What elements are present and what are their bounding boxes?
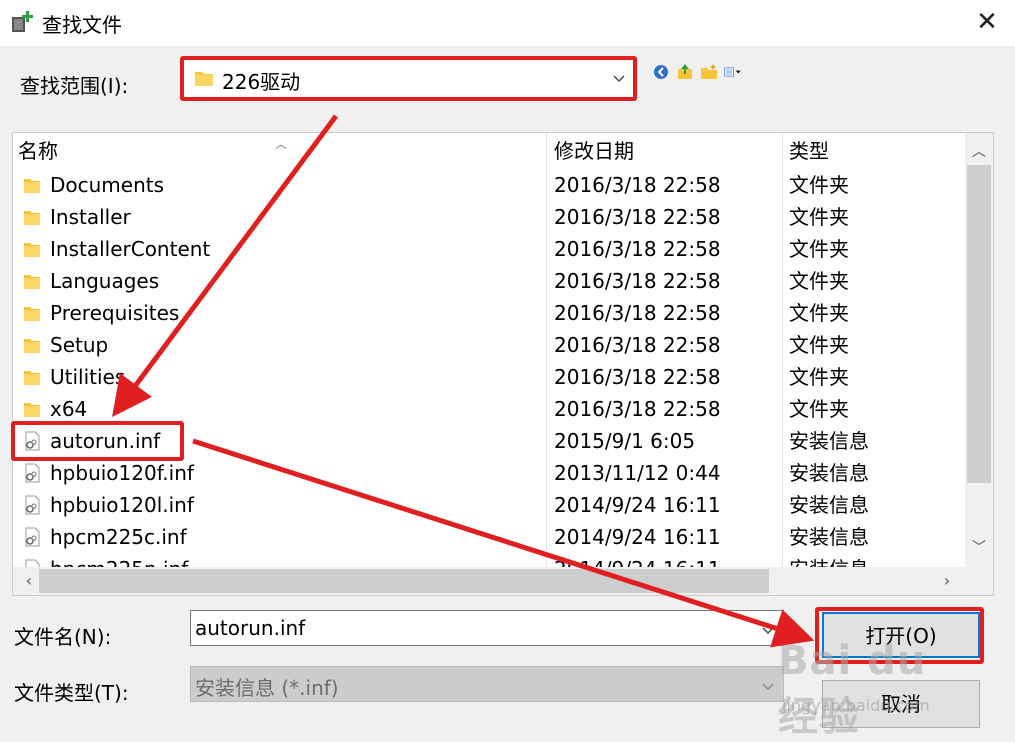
folder-icon bbox=[23, 175, 41, 195]
horizontal-scroll-thumb[interactable] bbox=[39, 569, 769, 593]
open-button-highlight-box bbox=[815, 607, 984, 664]
file-row[interactable]: Languages 2016/3/18 22:58 文件夹 bbox=[13, 265, 965, 297]
file-list[interactable]: 名称 ︿ 修改日期 类型 Documents 2016/3/18 22:58 文件夹… bbox=[12, 132, 994, 596]
sort-ascending-icon: ︿ bbox=[275, 137, 288, 151]
file-type: 文件夹 bbox=[789, 301, 849, 325]
file-row[interactable]: InstallerContent 2016/3/18 22:58 文件夹 bbox=[13, 233, 965, 265]
inf-file-icon bbox=[23, 463, 41, 483]
file-type: 文件夹 bbox=[789, 173, 849, 197]
cancel-button[interactable]: 取消 bbox=[822, 680, 980, 728]
file-date: 2016/3/18 22:58 bbox=[554, 173, 721, 197]
inf-file-icon bbox=[23, 495, 41, 515]
file-date: 2016/3/18 22:58 bbox=[554, 237, 721, 261]
nav-toolbar bbox=[652, 62, 742, 82]
chevron-down-icon[interactable] bbox=[761, 623, 775, 637]
file-row[interactable]: hpbuio120f.inf 2013/11/12 0:44 安装信息 bbox=[13, 457, 965, 489]
file-date: 2015/9/1 6:05 bbox=[554, 429, 696, 453]
up-folder-icon[interactable] bbox=[676, 63, 694, 81]
horizontal-scrollbar[interactable]: ‹ › bbox=[13, 567, 965, 595]
filetype-value: 安装信息 (*.inf) bbox=[195, 676, 339, 700]
file-name: hpcm225c.inf bbox=[50, 525, 187, 549]
scrollbar-corner bbox=[965, 567, 993, 595]
file-date: 2014/9/24 16:11 bbox=[554, 525, 721, 549]
file-date: 2016/3/18 22:58 bbox=[554, 333, 721, 357]
file-row[interactable]: Utilities 2016/3/18 22:58 文件夹 bbox=[13, 361, 965, 393]
folder-icon bbox=[23, 271, 41, 291]
file-date: 2016/3/18 22:58 bbox=[554, 301, 721, 325]
file-row[interactable]: Documents 2016/3/18 22:58 文件夹 bbox=[13, 169, 965, 201]
chevron-down-icon bbox=[762, 683, 774, 690]
file-type: 文件夹 bbox=[789, 269, 849, 293]
file-row[interactable]: Prerequisites 2016/3/18 22:58 文件夹 bbox=[13, 297, 965, 329]
filetype-dropdown[interactable]: 安装信息 (*.inf) bbox=[190, 666, 784, 702]
file-row[interactable]: Installer 2016/3/18 22:58 文件夹 bbox=[13, 201, 965, 233]
folder-icon bbox=[23, 239, 41, 259]
scroll-right-icon[interactable]: › bbox=[937, 571, 957, 591]
file-type: 安装信息 bbox=[789, 525, 869, 549]
file-name: Languages bbox=[50, 269, 160, 293]
folder-icon bbox=[23, 207, 41, 227]
lookin-label: 查找范围(I): bbox=[20, 74, 129, 98]
file-type: 文件夹 bbox=[789, 333, 849, 357]
file-date: 2014/9/24 16:11 bbox=[554, 493, 721, 517]
file-name: hpbuio120l.inf bbox=[50, 493, 194, 517]
file-row[interactable]: Setup 2016/3/18 22:58 文件夹 bbox=[13, 329, 965, 361]
new-folder-icon[interactable] bbox=[700, 63, 718, 81]
file-type: 安装信息 bbox=[789, 429, 869, 453]
file-type: 文件夹 bbox=[789, 397, 849, 421]
filetype-label: 文件类型(T): bbox=[14, 681, 129, 705]
filename-input[interactable]: autorun.inf bbox=[190, 610, 784, 646]
inf-file-icon bbox=[23, 527, 41, 547]
file-type: 文件夹 bbox=[789, 205, 849, 229]
scroll-down-icon[interactable]: ﹀ bbox=[965, 537, 993, 557]
scroll-left-icon[interactable]: ‹ bbox=[19, 571, 39, 591]
file-type: 安装信息 bbox=[789, 493, 869, 517]
column-header-date[interactable]: 修改日期 bbox=[554, 133, 782, 169]
file-date: 2016/3/18 22:58 bbox=[554, 365, 721, 389]
close-icon[interactable]: ✕ bbox=[975, 9, 999, 35]
file-type: 文件夹 bbox=[789, 237, 849, 261]
folder-icon bbox=[23, 367, 41, 387]
file-type: 文件夹 bbox=[789, 365, 849, 389]
app-icon bbox=[12, 11, 33, 32]
file-name: Setup bbox=[50, 333, 109, 357]
folder-icon bbox=[23, 303, 41, 323]
file-date: 2013/11/12 0:44 bbox=[554, 461, 721, 485]
file-name: Installer bbox=[50, 205, 131, 229]
file-name: Prerequisites bbox=[50, 301, 180, 325]
filename-label: 文件名(N): bbox=[14, 625, 112, 649]
file-row[interactable]: hpbuio120l.inf 2014/9/24 16:11 安装信息 bbox=[13, 489, 965, 521]
file-name: hpbuio120f.inf bbox=[50, 461, 194, 485]
file-row[interactable]: hpcm225c.inf 2014/9/24 16:11 安装信息 bbox=[13, 521, 965, 553]
folder-icon bbox=[23, 335, 41, 355]
scroll-up-icon[interactable]: ︿ bbox=[965, 141, 993, 161]
column-header-type[interactable]: 类型 bbox=[789, 133, 959, 169]
filename-value: autorun.inf bbox=[195, 616, 306, 640]
vertical-scrollbar[interactable]: ︿ ﹀ bbox=[965, 133, 993, 567]
file-date: 2016/3/18 22:58 bbox=[554, 397, 721, 421]
file-date: 2016/3/18 22:58 bbox=[554, 269, 721, 293]
window-title: 查找文件 bbox=[42, 13, 122, 37]
folder-icon bbox=[23, 399, 41, 419]
back-icon[interactable] bbox=[652, 63, 670, 81]
lookin-highlight-box bbox=[180, 56, 637, 101]
file-name: Utilities bbox=[50, 365, 126, 389]
view-menu-icon[interactable] bbox=[724, 63, 742, 81]
file-name: InstallerContent bbox=[50, 237, 211, 261]
title-bar: 查找文件 ✕ bbox=[0, 0, 1015, 46]
file-date: 2016/3/18 22:58 bbox=[554, 205, 721, 229]
vertical-scroll-thumb[interactable] bbox=[967, 165, 991, 483]
file-type: 安装信息 bbox=[789, 461, 869, 485]
autorun-highlight-box bbox=[11, 421, 184, 461]
file-name: Documents bbox=[50, 173, 165, 197]
